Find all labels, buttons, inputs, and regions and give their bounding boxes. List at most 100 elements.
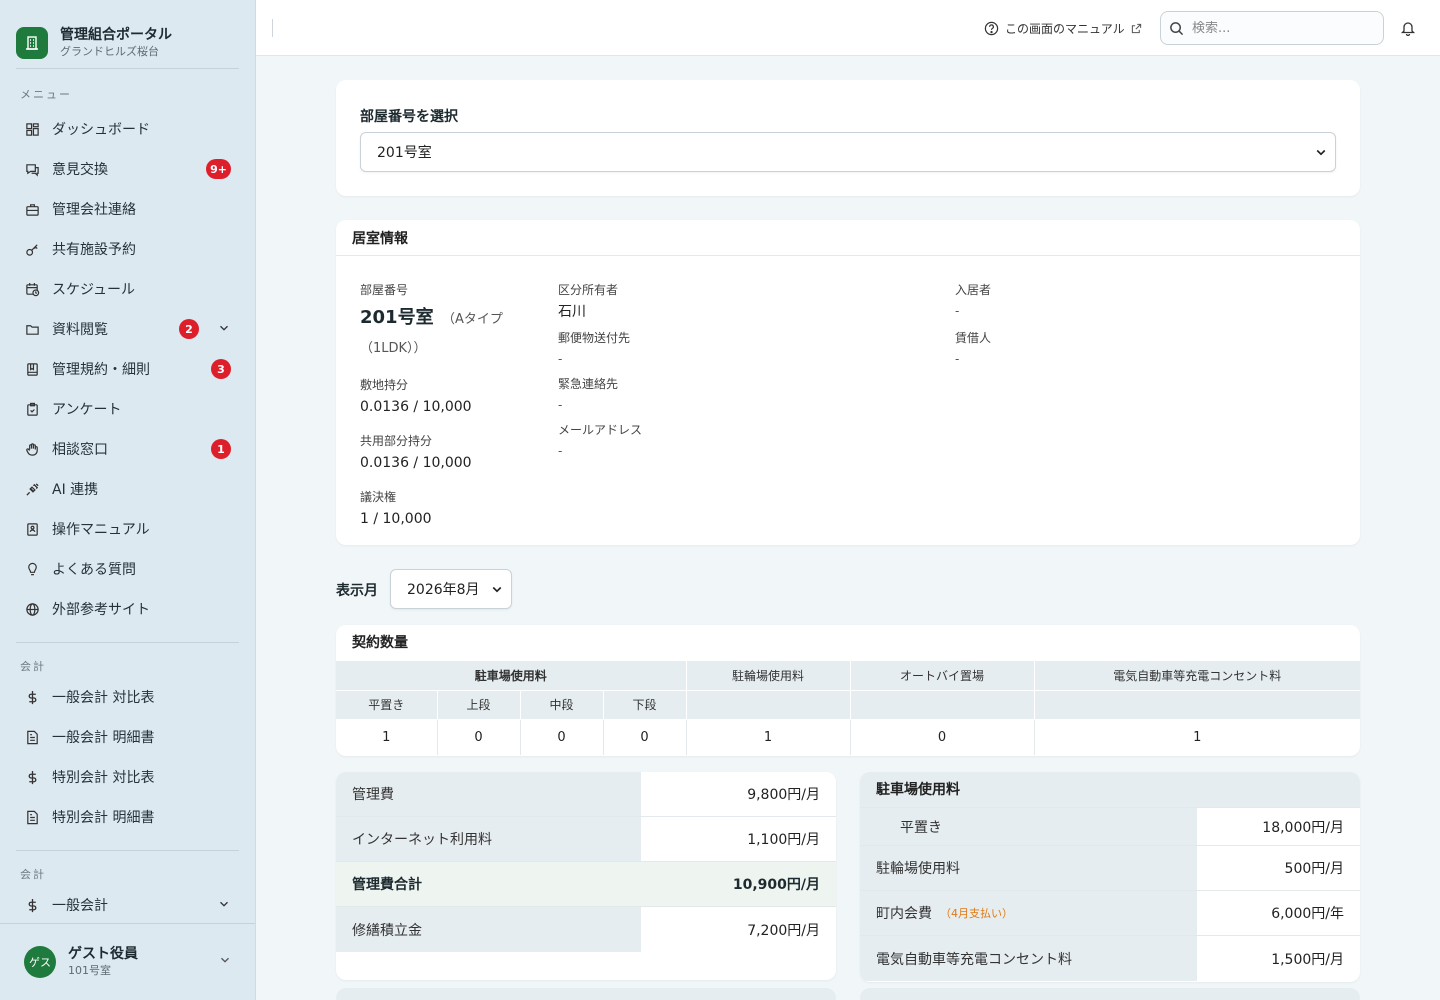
subheader-flat: 平置き: [336, 690, 438, 720]
sidebar-item-label: 管理規約・細則: [52, 362, 150, 378]
owner-label: 区分所有者: [558, 283, 619, 297]
owner-value: 石川: [558, 304, 586, 320]
sidebar-item-general-comparison[interactable]: 一般会計 対比表: [0, 677, 255, 717]
site-share-label: 敷地持分: [360, 378, 409, 392]
sidebar-item-ai[interactable]: AI 連携: [0, 469, 255, 509]
sidebar-item-label: 操作マニュアル: [52, 522, 150, 538]
fee-row: 平置き 18,000円/月: [860, 808, 1360, 846]
notification-badge: 3: [211, 359, 231, 379]
contract-value: 0: [437, 719, 521, 755]
dollar-icon: [24, 769, 40, 785]
sidebar-item-facility-booking[interactable]: 共有施設予約: [0, 229, 255, 269]
subheader-lower: 下段: [603, 690, 687, 720]
search-box[interactable]: [1160, 11, 1384, 45]
chat-icon: [24, 161, 40, 177]
sidebar-item-consultation[interactable]: 相談窓口 1: [0, 429, 255, 469]
user-name: ゲスト役員: [68, 946, 138, 962]
sidebar-item-discussion[interactable]: 意見交換 9+: [0, 149, 255, 189]
chevron-down-icon: [492, 586, 502, 593]
chevron-down-icon[interactable]: [218, 953, 232, 971]
sidebar-item-external-sites[interactable]: 外部参考サイト: [0, 589, 255, 629]
site-share-value: 0.0136 / 10,000: [360, 399, 472, 415]
fee-name: 管理費合計: [336, 862, 641, 906]
fee-value: 500円/月: [1284, 861, 1344, 877]
fee-value: 1,100円/月: [747, 832, 820, 848]
sidebar-item-manual[interactable]: 操作マニュアル: [0, 509, 255, 549]
document-icon: [24, 729, 40, 745]
sidebar-item-label: 意見交換: [52, 162, 108, 178]
sidebar-item-label: 資料閲覧: [52, 322, 108, 338]
month-select[interactable]: 2026年8月: [390, 569, 512, 609]
contract-card: 契約数量 駐車場使用料 駐輪場使用料 オートバイ置場 電気自動車等充電コンセント…: [336, 625, 1360, 756]
external-link-icon: [1131, 23, 1141, 33]
table-row: 1 0 0 0 1 0 1: [336, 719, 1360, 755]
chevron-down-icon[interactable]: [217, 897, 231, 915]
help-circle-icon: [984, 21, 999, 35]
sidebar-item-survey[interactable]: アンケート: [0, 389, 255, 429]
sidebar-item-label: 一般会計 対比表: [52, 690, 155, 706]
sidebar-item-label: ダッシュボード: [52, 122, 150, 138]
fee-value: 6,000円/年: [1271, 906, 1344, 922]
room-number-value: 201号室: [360, 307, 434, 328]
screen-manual-label: この画面のマニュアル: [1005, 21, 1125, 36]
sidebar-item-schedule[interactable]: スケジュール: [0, 269, 255, 309]
sidebar: 管理組合ポータル グランドヒルズ桜台 メニュー ダッシュボード 意見交換 9+ …: [0, 0, 256, 1000]
sidebar-item-label: よくある質問: [52, 562, 136, 578]
fee-value: 18,000円/月: [1262, 819, 1344, 836]
fee-name: 町内会費: [876, 906, 932, 922]
subheader-empty: [686, 690, 851, 720]
room-select[interactable]: 201号室: [360, 132, 1336, 172]
fee-name: 平置き: [860, 808, 1197, 845]
brand[interactable]: 管理組合ポータル グランドヒルズ桜台: [0, 0, 255, 68]
plug-icon: [24, 481, 40, 497]
briefcase-icon: [24, 201, 40, 217]
room-number-label: 部屋番号: [360, 283, 409, 297]
subheader-empty: [1034, 690, 1360, 720]
sidebar-item-label: 特別会計 明細書: [52, 810, 155, 826]
fee-row: 修繕積立金 7,200円/月: [336, 907, 836, 952]
dollar-icon: [24, 689, 40, 705]
fee-value: 9,800円/月: [747, 787, 820, 803]
lightbulb-icon: [24, 561, 40, 577]
sidebar-item-faq[interactable]: よくある質問: [0, 549, 255, 589]
sidebar-item-general-accounting[interactable]: 一般会計: [0, 885, 255, 925]
sidebar-item-label: 共有施設予約: [52, 242, 136, 258]
sidebar-item-special-statement[interactable]: 特別会計 明細書: [0, 797, 255, 837]
hand-icon: [24, 441, 40, 457]
sidebar-item-dashboard[interactable]: ダッシュボード: [0, 109, 255, 149]
grid-icon: [24, 121, 40, 137]
month-label: 表示月: [336, 583, 378, 599]
fee-value: 10,900円/月: [641, 862, 836, 906]
bell-icon[interactable]: [1400, 20, 1416, 40]
key-icon: [24, 241, 40, 257]
user-menu[interactable]: ゲス ゲスト役員 101号室: [0, 923, 255, 1000]
room-info-title: 居室情報: [336, 220, 1360, 256]
search-input[interactable]: [1192, 20, 1362, 36]
folder-icon: [24, 321, 40, 337]
sidebar-item-bylaws[interactable]: 管理規約・細則 3: [0, 349, 255, 389]
motorbike-header: オートバイ置場: [850, 661, 1035, 691]
notification-badge: 1: [211, 439, 231, 459]
usage-fee-card: 駐車場使用料 平置き 18,000円/月 駐輪場使用料 500円/月 町内会費 …: [860, 772, 1360, 982]
sidebar-item-special-comparison[interactable]: 特別会計 対比表: [0, 757, 255, 797]
sidebar-item-label: 管理会社連絡: [52, 202, 136, 218]
sidebar-item-label: 一般会計 明細書: [52, 730, 155, 746]
brand-title: 管理組合ポータル: [60, 27, 172, 43]
emergency-contact-label: 緊急連絡先: [558, 377, 619, 391]
sidebar-item-management-contact[interactable]: 管理会社連絡: [0, 189, 255, 229]
subheader-empty: [850, 690, 1035, 720]
email-value: -: [558, 444, 563, 458]
contract-value: 1: [1193, 729, 1202, 745]
sidebar-item-documents[interactable]: 資料閲覧 2: [0, 309, 255, 349]
ev-header: 電気自動車等充電コンセント料: [1034, 661, 1360, 691]
chevron-down-icon[interactable]: [217, 321, 231, 339]
fee-total-row: 管理費合計 10,900円/月: [336, 862, 836, 907]
bicycle-header: 駐輪場使用料: [686, 661, 851, 691]
notification-badge: 9+: [206, 159, 231, 179]
brand-subtitle: グランドヒルズ桜台: [60, 45, 159, 58]
sidebar-item-general-statement[interactable]: 一般会計 明細書: [0, 717, 255, 757]
sidebar-item-label: アンケート: [52, 402, 122, 418]
sidebar-item-label: AI 連携: [52, 482, 99, 498]
screen-manual-link[interactable]: この画面のマニュアル: [984, 19, 1142, 37]
parking-header: 駐車場使用料: [336, 661, 687, 691]
